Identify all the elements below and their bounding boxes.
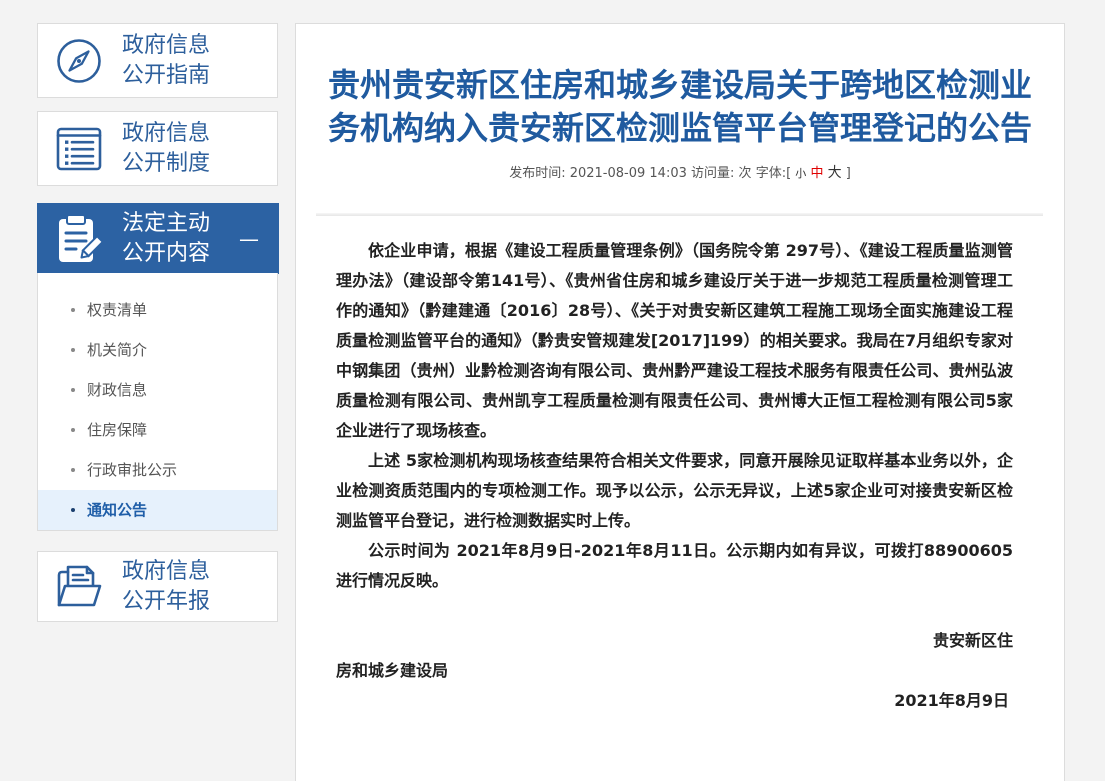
- signature-date: 2021年8月9日: [894, 691, 1009, 710]
- sidebar-guide-link[interactable]: 政府信息 公开指南: [37, 23, 278, 98]
- list-document-icon: [56, 127, 102, 171]
- sidebar-annual-label: 政府信息 公开年报: [122, 557, 210, 617]
- sidebar-system-line1: 政府信息: [122, 120, 211, 146]
- visits-unit: 次: [738, 166, 752, 181]
- sidebar-active-label: 法定主动 公开内容: [122, 209, 210, 269]
- font-size-label-close: ]: [845, 166, 851, 181]
- sidebar-system-label: 政府信息 公开制度: [122, 119, 210, 179]
- submenu-item[interactable]: 住房保障: [38, 410, 277, 450]
- article-paragraph: 公示时间为 2021年8月9日-2021年8月11日。公示期内如有异议，可拨打8…: [336, 541, 1013, 590]
- sidebar-active-line1: 法定主动: [122, 210, 211, 236]
- sidebar-annual-line1: 政府信息: [122, 558, 211, 584]
- sidebar-system-link[interactable]: 政府信息 公开制度: [37, 111, 278, 186]
- folder-document-icon: [56, 564, 102, 610]
- submenu-item[interactable]: 通知公告: [38, 490, 277, 530]
- submenu-item[interactable]: 行政审批公示: [38, 450, 277, 490]
- compass-icon: [56, 38, 102, 84]
- article-paragraph: 上述 5家检测机构现场核查结果符合相关文件要求，同意开展除见证取样基本业务以外，…: [336, 451, 1013, 530]
- font-size-medium-button[interactable]: 中: [810, 166, 823, 181]
- article-body: 依企业申请，根据《建设工程质量管理条例》（国务院令第 297号）、《建设工程质量…: [336, 236, 1013, 716]
- sidebar-annual-report-link[interactable]: 政府信息 公开年报: [37, 551, 278, 622]
- font-size-large-button[interactable]: 大: [828, 165, 842, 181]
- sidebar-annual-line2: 公开年报: [122, 588, 211, 614]
- signature-org-line1: 贵安新区住: [932, 631, 1013, 650]
- collapse-toggle-icon[interactable]: —: [239, 229, 259, 249]
- sidebar-guide-line1: 政府信息: [122, 32, 211, 58]
- publish-time-label: 发布时间:: [509, 166, 566, 181]
- submenu-item[interactable]: 财政信息: [38, 370, 277, 410]
- sidebar-system-line2: 公开制度: [122, 150, 211, 176]
- font-size-small-button[interactable]: 小: [795, 167, 806, 180]
- visits-label: 访问量:: [691, 166, 735, 181]
- article-panel: 贵州贵安新区住房和城乡建设局关于跨地区检测业务机构纳入贵安新区检测监管平台管理登…: [295, 23, 1065, 781]
- submenu-item[interactable]: 权责清单: [38, 290, 277, 330]
- article-paragraph: 依企业申请，根据《建设工程质量管理条例》（国务院令第 297号）、《建设工程质量…: [336, 241, 1013, 440]
- sidebar-submenu: 权责清单 机关简介 财政信息 住房保障 行政审批公示 通知公告: [37, 273, 278, 531]
- sidebar-active-line2: 公开内容: [122, 240, 211, 266]
- sidebar-guide-label: 政府信息 公开指南: [122, 31, 210, 91]
- signature-org-line2: 房和城乡建设局: [336, 661, 449, 680]
- divider: [316, 213, 1043, 216]
- publish-time: 2021-08-09 14:03: [569, 166, 687, 181]
- sidebar-guide-line2: 公开指南: [122, 62, 211, 88]
- font-size-label: 字体:[: [755, 166, 792, 181]
- article-meta: 发布时间: 2021-08-09 14:03 访问量: 次 字体:[ 小 中 大…: [296, 163, 1064, 184]
- sidebar-active-content-link[interactable]: 法定主动 公开内容 —: [37, 203, 279, 274]
- article-title: 贵州贵安新区住房和城乡建设局关于跨地区检测业务机构纳入贵安新区检测监管平台管理登…: [327, 66, 1032, 147]
- submenu-item[interactable]: 机关简介: [38, 330, 277, 370]
- clipboard-edit-icon: [56, 213, 102, 265]
